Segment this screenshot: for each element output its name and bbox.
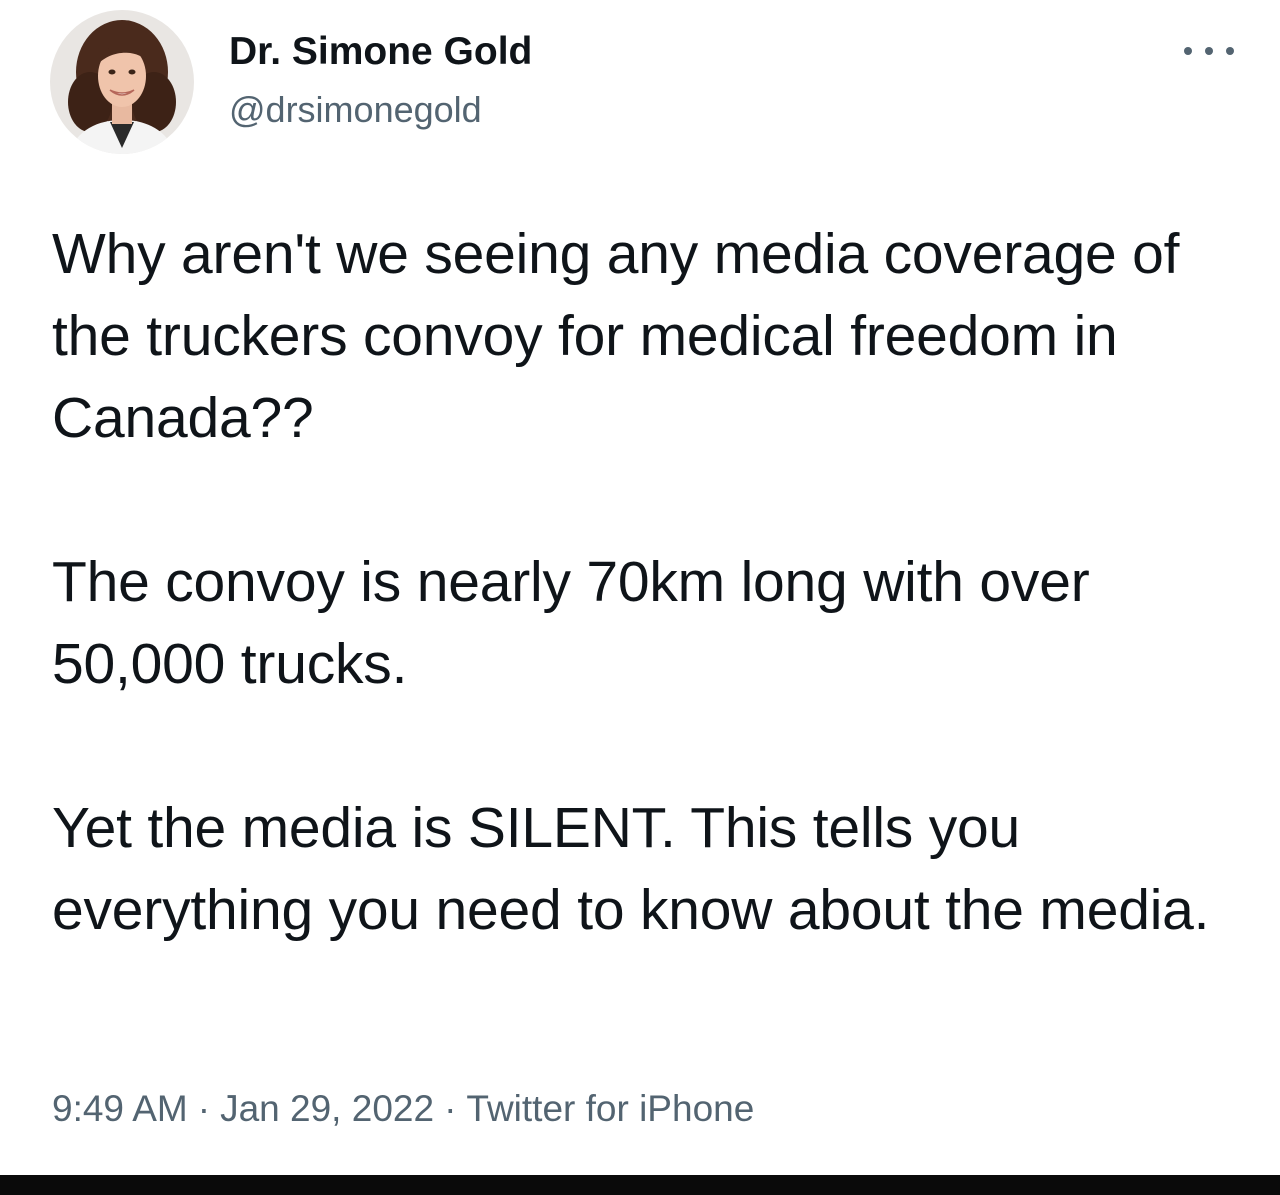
avatar[interactable] — [50, 10, 194, 154]
tweet-card: Dr. Simone Gold @drsimonegold Why aren't… — [0, 0, 1280, 1195]
author-handle[interactable]: @drsimonegold — [229, 89, 482, 131]
ellipsis-icon — [1184, 47, 1192, 55]
tweet-text: Why aren't we seeing any media coverage … — [52, 213, 1262, 951]
tweet-date[interactable]: Jan 29, 2022 — [220, 1088, 434, 1129]
ellipsis-icon — [1205, 47, 1213, 55]
tweet-time[interactable]: 9:49 AM — [52, 1088, 188, 1129]
tweet-paragraph: The convoy is nearly 70km long with over… — [52, 550, 1090, 696]
ellipsis-icon — [1226, 47, 1234, 55]
more-options-button[interactable] — [1184, 38, 1234, 64]
tweet-paragraph: Yet the media is SILENT. This tells you … — [52, 796, 1210, 942]
tweet-paragraph: Why aren't we seeing any media coverage … — [52, 222, 1180, 450]
author-display-name[interactable]: Dr. Simone Gold — [229, 30, 532, 74]
profile-photo-icon — [50, 10, 194, 154]
separator-dot: · — [444, 1088, 457, 1129]
bottom-edge-bar — [0, 1175, 1280, 1195]
separator-dot: · — [197, 1088, 211, 1129]
tweet-metadata: 9:49 AM · Jan 29, 2022 · Twitter for iPhone — [52, 1087, 754, 1131]
tweet-source[interactable]: Twitter for iPhone — [466, 1088, 754, 1129]
